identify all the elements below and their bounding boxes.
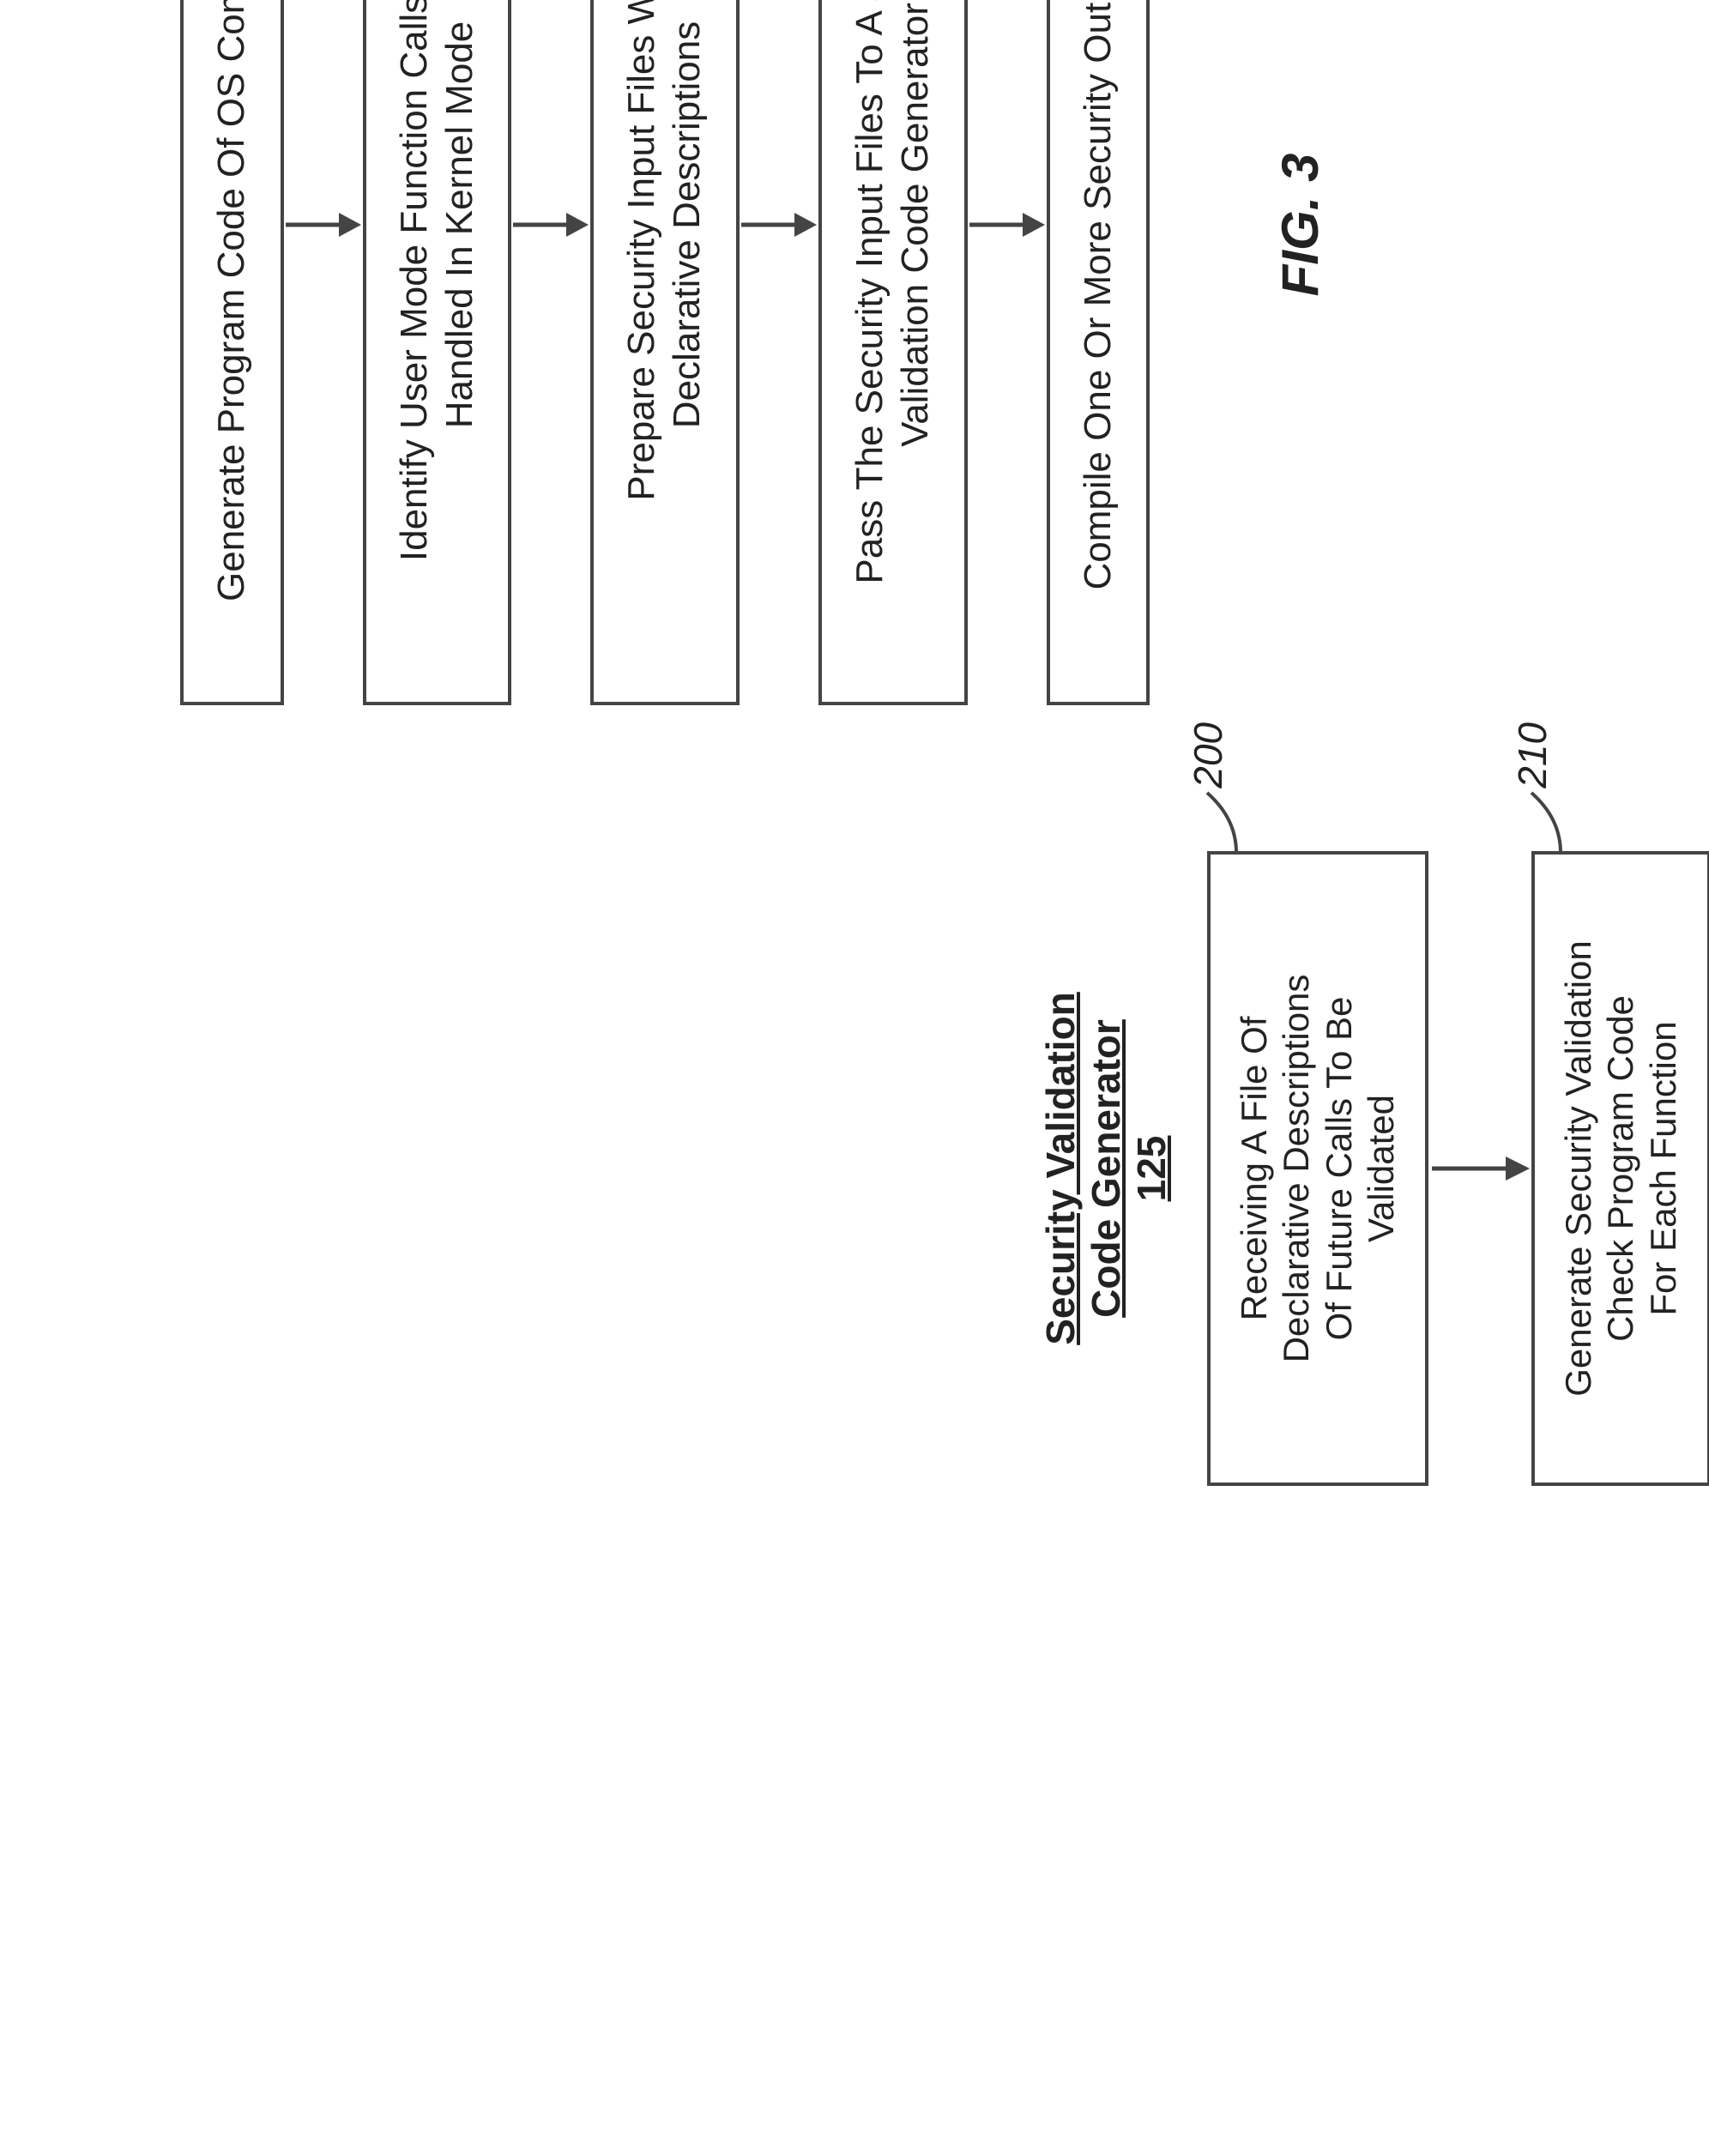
fig3-arrow-2	[511, 0, 590, 705]
fig2-step-200-wrap: Receiving A File Of Declarative Descript…	[1207, 851, 1428, 1486]
arrow-down-icon	[511, 208, 590, 242]
fig3-step-340-l1: Compile One Or More Security Output File…	[1077, 0, 1119, 589]
arrow-down-icon	[740, 208, 818, 242]
fig2-step-210-wrap: Generate Security Validation Check Progr…	[1531, 851, 1709, 1486]
fig2-title-line1: Security Validation	[1038, 992, 1083, 1345]
fig3-step-340-wrap: Compile One Or More Security Output File…	[1047, 0, 1150, 705]
fig2-step-210-l3: For Each Function	[1643, 1021, 1683, 1315]
fig2-step-200-l3: Of Future Calls To Be	[1319, 997, 1359, 1341]
fig3-step-320: Prepare Security Input Files With Declar…	[590, 0, 740, 705]
fig3-arrow-1	[284, 0, 363, 705]
fig2-step-200-l4: Validated	[1361, 1095, 1401, 1242]
fig2-step-210-l2: Check Program Code	[1600, 995, 1640, 1342]
figure-3: Generate Program Code Of OS Components 3…	[180, 0, 1150, 705]
fig3-caption: FIG. 3	[1271, 154, 1330, 297]
arrow-down-icon	[968, 208, 1047, 242]
fig2-step-200-l1: Receiving A File Of	[1234, 1017, 1274, 1321]
fig3-step-300-wrap: Generate Program Code Of OS Components 3…	[180, 0, 284, 705]
fig3-step-310-l2: Handled In Kernel Mode	[438, 21, 480, 429]
rotated-canvas: Security Validation Code Generator 125 R…	[0, 0, 1709, 1709]
fig3-arrow-3	[740, 0, 818, 705]
fig3-step-300-l1: Generate Program Code Of OS Components	[210, 0, 252, 601]
arrow-down-icon	[284, 208, 363, 242]
fig2-arrow-1	[1428, 851, 1531, 1486]
fig3-step-340: Compile One Or More Security Output File…	[1047, 0, 1150, 705]
fig3-step-330: Pass The Security Input Files To A Secur…	[818, 0, 968, 705]
fig2-title-ref: 125	[1129, 851, 1175, 1486]
fig2-step-200: Receiving A File Of Declarative Descript…	[1207, 851, 1428, 1486]
fig3-step-310-l1: Identify User Mode Function Calls To Be	[393, 0, 435, 561]
fig2-step-210: Generate Security Validation Check Progr…	[1531, 851, 1709, 1486]
fig3-step-320-l2: Declarative Descriptions	[666, 21, 708, 428]
fig2-title-line2: Code Generator	[1084, 1019, 1128, 1318]
fig3-step-330-l1: Pass The Security Input Files To A Secur…	[848, 0, 891, 584]
arrow-down-icon	[1428, 1151, 1531, 1186]
fig2-step-210-l1: Generate Security Validation	[1558, 940, 1598, 1397]
page: Security Validation Code Generator 125 R…	[0, 0, 1709, 2156]
fig2-step-200-l2: Declarative Descriptions	[1276, 975, 1316, 1363]
fig2-title: Security Validation Code Generator 125	[1038, 851, 1175, 1486]
fig3-arrow-4	[968, 0, 1047, 705]
figure-2: Security Validation Code Generator 125 R…	[1038, 851, 1709, 1486]
ref-210: 210	[1509, 722, 1555, 788]
fig3-step-330-wrap: Pass The Security Input Files To A Secur…	[818, 0, 968, 705]
fig3-step-310-wrap: Identify User Mode Function Calls To Be …	[363, 0, 512, 705]
fig3-step-320-l1: Prepare Security Input Files With	[620, 0, 662, 501]
fig3-step-310: Identify User Mode Function Calls To Be …	[363, 0, 512, 705]
fig3-step-320-wrap: Prepare Security Input Files With Declar…	[590, 0, 740, 705]
fig3-step-330-l2: Validation Code Generator	[894, 3, 936, 447]
fig3-step-300: Generate Program Code Of OS Components	[180, 0, 284, 705]
ref-200: 200	[1185, 722, 1231, 788]
